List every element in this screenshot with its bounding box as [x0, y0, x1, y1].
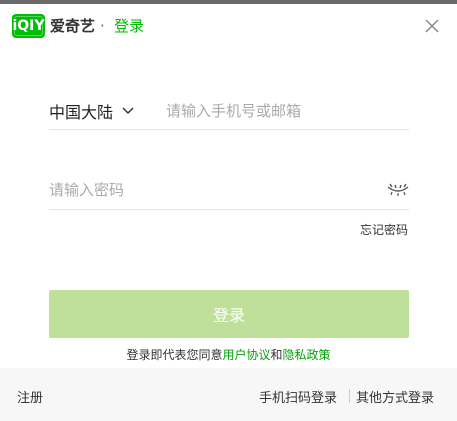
region-label: 中国大陆 — [49, 103, 114, 122]
dialog-title: 登录 — [114, 17, 145, 35]
iqiyi-logo: iQIY — [12, 14, 45, 38]
agreement-text: 登录即代表您同意用户协议和隐私政策 — [0, 346, 457, 363]
close-icon — [425, 19, 439, 33]
region-selector[interactable]: 中国大陆 — [49, 99, 135, 123]
dialog-header: iQIY 爱奇艺 · 登录 — [0, 4, 457, 50]
agreement-prefix: 登录即代表您同意 — [126, 348, 223, 362]
other-login-link[interactable]: 其他方式登录 — [356, 387, 434, 406]
brand-name: 爱奇艺 — [50, 17, 96, 35]
chevron-down-icon — [122, 107, 134, 115]
forgot-password-link[interactable]: 忘记密码 — [330, 221, 408, 238]
title-separator: · — [100, 17, 105, 35]
dialog-footer: 注册 手机扫码登录 其他方式登录 — [0, 368, 457, 421]
login-button[interactable]: 登录 — [49, 290, 409, 338]
footer-divider — [349, 389, 350, 403]
qr-login-link[interactable]: 手机扫码登录 — [259, 387, 337, 406]
user-agreement-link[interactable]: 用户协议 — [222, 348, 270, 362]
agreement-and: 和 — [270, 348, 283, 362]
close-button[interactable] — [422, 16, 442, 36]
privacy-policy-link[interactable]: 隐私政策 — [283, 348, 331, 362]
password-visibility-toggle[interactable] — [386, 182, 410, 196]
phone-input-underline — [49, 129, 409, 130]
register-link[interactable]: 注册 — [17, 387, 43, 406]
password-input[interactable] — [49, 175, 369, 205]
password-input-underline — [49, 209, 409, 210]
eye-closed-icon — [387, 183, 409, 196]
phone-email-input[interactable] — [166, 96, 408, 126]
